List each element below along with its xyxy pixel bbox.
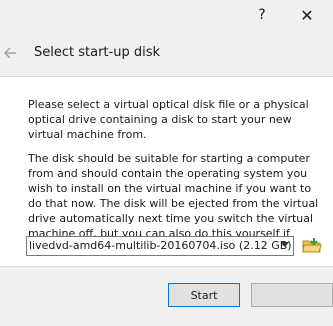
disk-select[interactable]: livedvd-amd64-multilib-20160704.iso (2.1… <box>26 236 294 256</box>
back-arrow-icon-svg <box>3 47 16 59</box>
start-button[interactable]: Start <box>168 283 240 307</box>
wizard-footer: Start <box>0 266 333 326</box>
help-button[interactable]: ? <box>242 0 282 30</box>
folder-icon-svg <box>302 238 322 253</box>
page-title: Select start-up disk <box>34 45 160 60</box>
close-button[interactable]: ✕ <box>287 0 327 30</box>
folder-open-icon[interactable] <box>301 236 323 256</box>
instruction-paragraph: Please select a virtual optical disk fil… <box>28 98 309 141</box>
title-bar: ? ✕ <box>0 0 333 30</box>
wizard-header: Select start-up disk <box>0 30 333 77</box>
disk-select-value: livedvd-amd64-multilib-20160704.iso (2.1… <box>29 239 292 252</box>
back-arrow-icon[interactable] <box>0 44 18 62</box>
cancel-button[interactable] <box>251 283 333 307</box>
chevron-down-icon[interactable] <box>281 242 289 247</box>
